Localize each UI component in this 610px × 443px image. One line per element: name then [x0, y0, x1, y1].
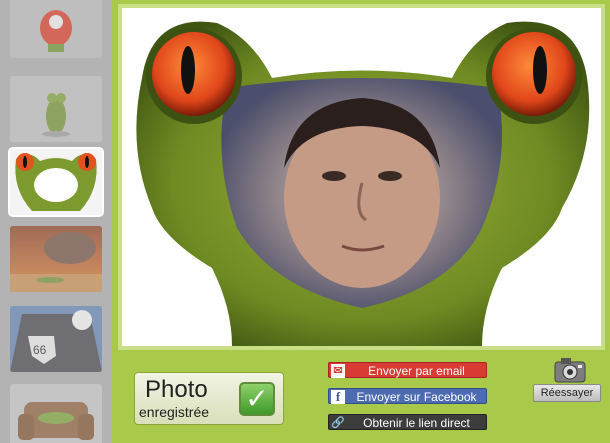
photo-saved-badge: Photo enregistrée ✓: [134, 372, 284, 425]
frog-explosion-image: [10, 226, 102, 292]
thumbnail-frog-sofa[interactable]: [10, 384, 102, 443]
saved-title: Photo: [145, 376, 208, 403]
facebook-icon: f: [331, 390, 345, 404]
camera-icon: [554, 358, 586, 383]
envelope-icon: ✉: [331, 364, 345, 378]
link-icon: 🔗: [331, 417, 345, 429]
direct-link-button[interactable]: 🔗 Obtenir le lien direct: [328, 414, 487, 430]
thumbnail-frog-explosion[interactable]: [10, 226, 102, 292]
frog-face-composite-image: [136, 21, 590, 346]
frog-sofa-image: [10, 384, 102, 443]
photo-preview: [118, 4, 605, 350]
thumbnail-route-66[interactable]: 66: [10, 306, 102, 372]
send-facebook-button[interactable]: f Envoyer sur Facebook: [328, 388, 487, 404]
send-facebook-label: Envoyer sur Facebook: [356, 390, 477, 404]
send-email-label: Envoyer par email: [368, 364, 465, 378]
saved-subtitle: enregistrée: [139, 404, 210, 420]
thumbnail-frog-camera[interactable]: [10, 0, 102, 58]
svg-text:66: 66: [33, 343, 47, 357]
retry-label: Réessayer: [533, 384, 601, 402]
frog-standing-image: [10, 76, 102, 142]
frog-face-image: [10, 149, 102, 215]
frog-camera-image: [10, 0, 102, 58]
send-email-button[interactable]: ✉ Envoyer par email: [328, 362, 487, 378]
checkmark-icon: ✓: [239, 382, 275, 416]
thumbnail-frog-standing[interactable]: [10, 76, 102, 142]
retry-button[interactable]: Réessayer: [533, 356, 601, 406]
thumbnail-frog-face[interactable]: [8, 147, 104, 217]
effects-sidebar: 66: [0, 0, 112, 443]
direct-link-label: Obtenir le lien direct: [363, 416, 470, 430]
route-66-image: 66: [10, 306, 102, 372]
